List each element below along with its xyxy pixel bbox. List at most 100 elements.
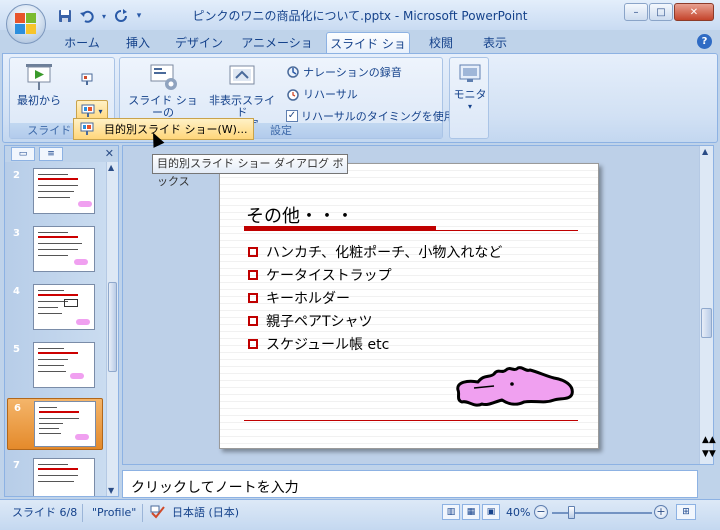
fit-to-window-button[interactable]: ⊞ xyxy=(676,504,696,520)
language-indicator[interactable]: 日本語 (日本) xyxy=(172,505,239,521)
scroll-up-icon[interactable]: ▲ xyxy=(702,147,708,156)
slide-thumbnails: 2 3 4 5 6 7 xyxy=(5,162,107,496)
slide-thumbnail-4[interactable]: 4 xyxy=(7,282,103,334)
monitor-button[interactable]: モニタ ▾ xyxy=(452,62,488,113)
slide-thumbnail-7[interactable]: 7 xyxy=(7,456,103,496)
slide-number: 6 xyxy=(14,403,21,414)
from-beginning-button[interactable]: 最初から xyxy=(14,62,64,107)
quick-access-toolbar: ▾ ▾ xyxy=(56,6,144,26)
slide-thumbnail-image xyxy=(33,458,95,496)
list-item: ケータイストラップ xyxy=(248,263,502,286)
outline-tab-icon[interactable]: ≡ xyxy=(39,147,63,161)
list-item: 親子ペアTシャツ xyxy=(248,309,502,332)
bullet-square-icon xyxy=(248,292,258,303)
restore-button[interactable]: □ xyxy=(649,3,673,21)
bullet-square-icon xyxy=(248,315,258,326)
rehearse-timings-button[interactable]: リハーサル xyxy=(286,85,358,103)
slides-pane-tabs: ▭ ≡ xyxy=(5,146,118,162)
slide-number: 5 xyxy=(13,344,20,355)
zoom-slider-track[interactable] xyxy=(552,512,652,514)
use-timings-label: リハーサルのタイミングを使用 xyxy=(301,110,455,123)
help-icon[interactable]: ? xyxy=(697,34,712,49)
close-button[interactable]: ✕ xyxy=(674,3,714,21)
from-current-slide-icon xyxy=(80,72,94,86)
tab-review[interactable]: 校閲 xyxy=(418,32,464,54)
slide-editor-scrollbar[interactable]: ▲ ▲▲ ▼▼ xyxy=(699,146,716,464)
redo-icon[interactable] xyxy=(112,7,130,25)
slides-pane-scroll-thumb[interactable] xyxy=(108,282,117,372)
slide-editor: その他・・・ ハンカチ、化粧ポーチ、小物入れなど ケータイストラップ キーホルダ… xyxy=(122,145,716,465)
minimize-button[interactable]: – xyxy=(624,3,648,21)
slide-title[interactable]: その他・・・ xyxy=(246,202,354,228)
tab-view[interactable]: 表示 xyxy=(472,32,518,54)
slide-footer-line xyxy=(244,420,578,421)
slide-thumbnail-5[interactable]: 5 xyxy=(7,340,103,392)
list-item: スケジュール帳 etc xyxy=(248,332,502,355)
slide-editor-scroll-thumb[interactable] xyxy=(701,308,712,338)
status-bar: スライド 6/8 "Profile" 日本語 (日本) ▥ ▦ ▣ 40% − … xyxy=(0,499,720,530)
slides-pane: ▭ ≡ ✕ 2 3 4 5 6 7 ▲ ▼ xyxy=(4,145,119,497)
from-current-slide-button[interactable] xyxy=(80,70,94,88)
slide-thumbnail-image xyxy=(33,342,95,388)
rehearse-timings-label: リハーサル xyxy=(303,88,358,101)
tab-animations[interactable]: アニメーション xyxy=(236,32,318,72)
slide-bullet-list[interactable]: ハンカチ、化粧ポーチ、小物入れなど ケータイストラップ キーホルダー 親子ペアT… xyxy=(248,240,502,355)
customize-qat-icon[interactable]: ▾ xyxy=(134,7,144,25)
title-underline xyxy=(244,230,578,231)
tab-slide-show[interactable]: スライド ショー xyxy=(326,32,410,73)
rehearse-clock-icon xyxy=(286,87,300,101)
next-slide-icon[interactable]: ▼▼ xyxy=(702,450,716,459)
monitor-icon xyxy=(458,62,482,86)
tab-home[interactable]: ホーム xyxy=(56,32,108,54)
zoom-in-button[interactable]: + xyxy=(654,505,668,519)
slide-counter: スライド 6/8 xyxy=(12,506,78,519)
scroll-up-icon[interactable]: ▲ xyxy=(108,163,114,172)
slide-thumbnail-6[interactable]: 6 xyxy=(7,398,103,450)
custom-show-menu-item[interactable]: 目的別スライド ショー(W)... xyxy=(73,118,254,140)
slide-number: 3 xyxy=(13,228,20,239)
tab-insert[interactable]: 挿入 xyxy=(116,32,160,54)
powerpoint-window: ▾ ▾ ピンクのワニの商品化について.pptx - Microsoft Powe… xyxy=(0,0,720,530)
zoom-out-button[interactable]: − xyxy=(534,505,548,519)
setup-slide-show-label-1: スライド ショーの xyxy=(128,94,198,119)
zoom-slider-thumb[interactable] xyxy=(568,506,575,519)
record-narration-button[interactable]: ナレーションの録音 xyxy=(286,63,402,81)
list-item: キーホルダー xyxy=(248,286,502,309)
slide-thumbnail-image xyxy=(33,226,95,272)
undo-icon[interactable] xyxy=(78,7,96,25)
office-logo-icon xyxy=(15,13,37,35)
checkbox-checked-icon: ✓ xyxy=(286,110,298,122)
pink-crocodile-illustration[interactable] xyxy=(454,360,576,410)
hide-slide-icon xyxy=(226,62,258,92)
slide-number: 7 xyxy=(13,460,20,471)
slide-thumbnail-image xyxy=(33,284,95,330)
bullet-text: ハンカチ、化粧ポーチ、小物入れなど xyxy=(266,244,503,261)
record-narration-label: ナレーションの録音 xyxy=(303,66,402,79)
notes-input[interactable]: クリックしてノートを入力 xyxy=(122,470,698,498)
slides-pane-scrollbar[interactable]: ▲ ▼ xyxy=(106,162,118,496)
slide-thumbnail-2[interactable]: 2 xyxy=(7,166,103,218)
previous-slide-icon[interactable]: ▲▲ xyxy=(702,436,716,445)
monitor-label: モニタ xyxy=(453,88,487,101)
slide-thumbnail-image xyxy=(34,401,96,447)
slide-canvas[interactable]: その他・・・ ハンカチ、化粧ポーチ、小物入れなど ケータイストラップ キーホルダ… xyxy=(219,163,599,449)
slide-sorter-view-button[interactable]: ▦ xyxy=(462,504,480,520)
undo-dropdown-icon[interactable]: ▾ xyxy=(100,7,108,25)
scroll-down-icon[interactable]: ▼ xyxy=(108,486,114,495)
custom-show-dropdown-icon: ▾ xyxy=(98,106,103,116)
slides-tab-icon[interactable]: ▭ xyxy=(11,147,35,161)
spell-check-icon[interactable] xyxy=(150,505,168,521)
slides-pane-close-icon[interactable]: ✕ xyxy=(105,147,114,160)
slide-thumbnail-image xyxy=(33,168,95,214)
save-icon[interactable] xyxy=(56,7,74,25)
office-button[interactable] xyxy=(6,4,46,44)
zoom-level[interactable]: 40% xyxy=(506,505,530,521)
tab-design[interactable]: デザイン xyxy=(168,32,230,54)
slide-thumbnail-3[interactable]: 3 xyxy=(7,224,103,276)
normal-view-button[interactable]: ▥ xyxy=(442,504,460,520)
group-monitor: モニタ ▾ xyxy=(449,57,489,139)
title-bar: ▾ ▾ ピンクのワニの商品化について.pptx - Microsoft Powe… xyxy=(0,0,720,30)
slide-show-view-button[interactable]: ▣ xyxy=(482,504,500,520)
list-item: ハンカチ、化粧ポーチ、小物入れなど xyxy=(248,240,502,263)
bullet-text: キーホルダー xyxy=(266,290,350,307)
